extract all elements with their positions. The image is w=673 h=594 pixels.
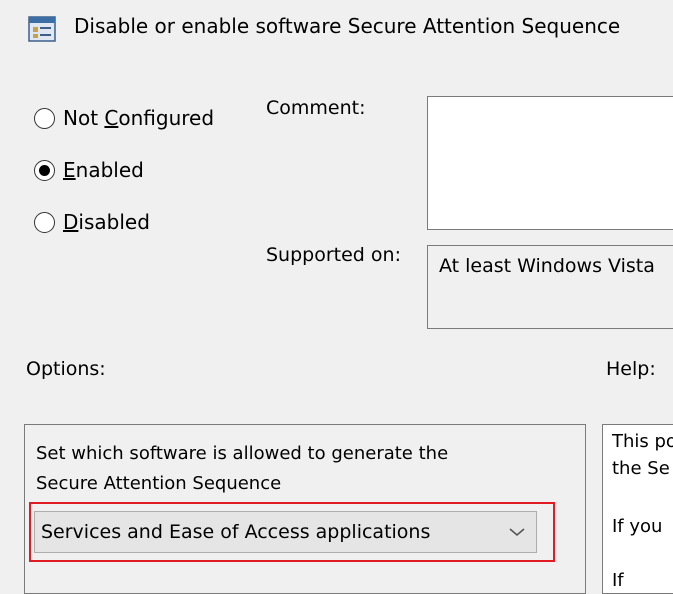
help-text-line: If you (612, 516, 663, 537)
comment-label: Comment: (266, 97, 366, 119)
help-text-line: the Se (612, 458, 670, 479)
help-label: Help: (606, 358, 656, 380)
dropdown-value: Services and Ease of Access applications (41, 521, 431, 543)
supported-on-value: At least Windows Vista (439, 255, 655, 277)
radio-enabled[interactable]: Enabled (34, 158, 144, 182)
radio-disabled[interactable]: Disabled (34, 210, 150, 234)
help-text-line: This po (612, 431, 673, 452)
options-description: Set which software is allowed to generat… (36, 443, 449, 494)
radio-circle-selected-icon (34, 159, 55, 181)
radio-label: Enabled (63, 158, 144, 182)
page-title: Disable or enable software Secure Attent… (74, 14, 621, 38)
sas-software-dropdown[interactable]: Services and Ease of Access applications (34, 511, 537, 553)
supported-on-field: At least Windows Vista (427, 245, 673, 329)
radio-not-configured[interactable]: Not Configured (34, 106, 214, 130)
radio-circle-icon (34, 107, 55, 129)
help-text-line: If (612, 570, 624, 591)
help-panel: This po the Se If you If (602, 424, 673, 594)
radio-circle-icon (34, 211, 55, 233)
radio-label: Disabled (63, 210, 150, 234)
supported-on-label: Supported on: (266, 244, 401, 266)
chevron-down-icon (509, 528, 525, 537)
policy-setting-icon (28, 16, 56, 42)
radio-label: Not Configured (63, 106, 215, 130)
options-label: Options: (26, 358, 106, 380)
comment-textarea[interactable] (427, 96, 673, 230)
